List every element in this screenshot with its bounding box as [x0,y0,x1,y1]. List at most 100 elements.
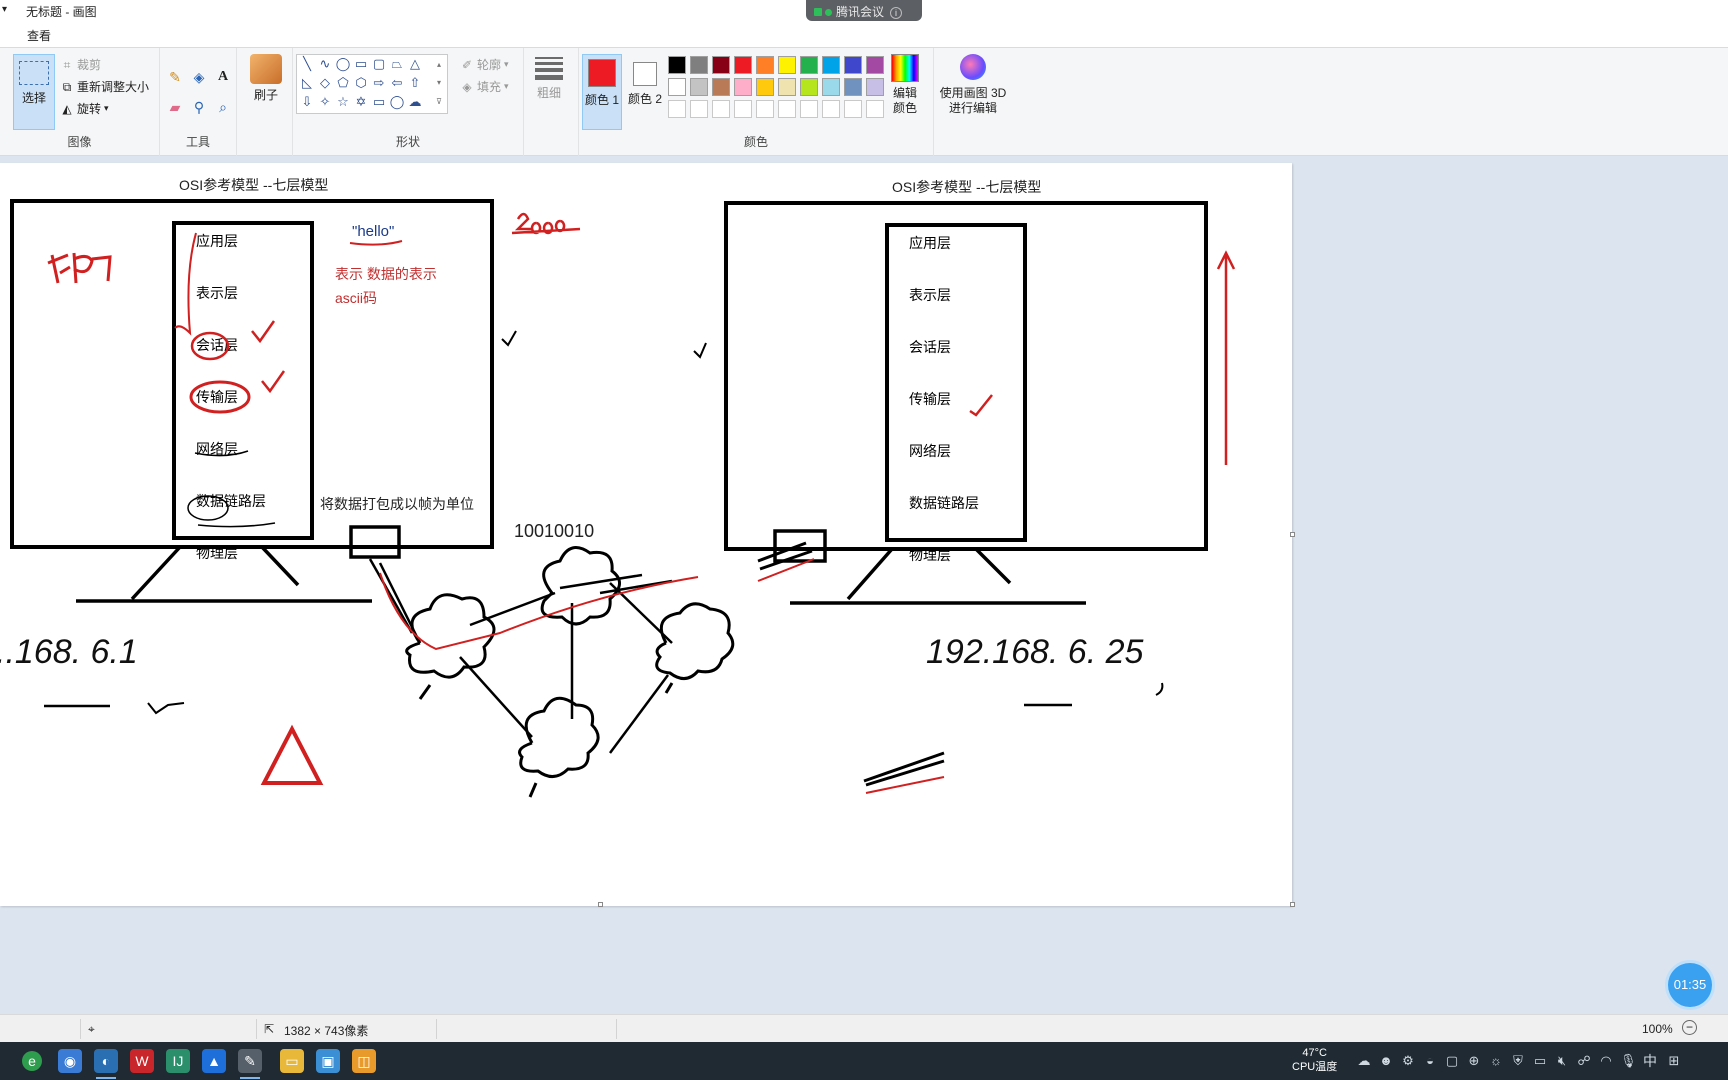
system-menu-icon[interactable]: ▾ [2,4,7,15]
cpu-temperature[interactable]: 47°C CPU温度 [1292,1046,1337,1074]
display-icon[interactable]: ▭ [1532,1053,1548,1069]
scroll-up-icon[interactable]: ▴ [431,57,447,73]
crop-button[interactable]: ⌗ 裁剪 [60,56,101,73]
drawing-canvas[interactable]: OSI参考模型 --七层模型 应用层 表示层 会话层 传输层 网络层 数据链路层… [0,163,1295,907]
text-tool-icon[interactable]: A [214,68,232,86]
palette-swatch[interactable] [778,56,796,74]
polygon-shape-icon[interactable]: ⏢ [389,56,405,72]
palette-swatch[interactable] [800,56,818,74]
resize-handle-corner[interactable] [1290,902,1295,907]
edit-colors-button[interactable]: 编辑颜色 [888,54,922,116]
select-button[interactable]: 选择 [13,54,55,130]
app-icon-orange[interactable]: ◫ [352,1049,376,1073]
pencil-icon[interactable]: ✎ [166,68,184,86]
app-icon-folder[interactable]: ▭ [280,1049,304,1073]
palette-swatch[interactable] [844,56,862,74]
rotate-button[interactable]: ◭ 旋转 ▾ [60,100,108,117]
app-icon-editor[interactable]: IJ [166,1049,190,1073]
plus-icon[interactable]: ⊕ [1466,1053,1482,1069]
microphone-icon[interactable]: 🎙︎ [1620,1053,1637,1069]
rectangle-shape-icon[interactable]: ▭ [353,56,369,72]
wifi-icon[interactable]: ◠ [1598,1053,1614,1069]
palette-swatch[interactable] [734,56,752,74]
palette-swatch[interactable] [778,78,796,96]
resize-button[interactable]: ⧉ 重新调整大小 [60,78,149,95]
expand-gallery-icon[interactable]: ⊽ [431,94,447,110]
left-arrow-shape-icon[interactable]: ⇦ [389,75,405,91]
zoom-out-icon[interactable]: − [1682,1020,1697,1035]
right-arrow-shape-icon[interactable]: ⇨ [371,75,387,91]
tab-view[interactable]: 查看 [27,27,51,44]
five-point-star-icon[interactable]: ☆ [335,94,351,110]
palette-swatch[interactable] [668,78,686,96]
cloud-shape-icon[interactable]: ☁ [407,94,423,110]
palette-swatch[interactable] [734,78,752,96]
palette-swatch[interactable] [712,100,730,118]
info-icon[interactable]: i [890,7,903,19]
keyboard-grid-icon[interactable]: ⊞ [1666,1053,1682,1069]
up-arrow-shape-icon[interactable]: ⇧ [407,75,423,91]
color-picker-icon[interactable]: ⚲ [190,98,208,116]
palette-swatch[interactable] [866,100,884,118]
app-icon-blue[interactable]: ▲ [202,1049,226,1073]
line-shape-icon[interactable]: ╲ [299,56,315,72]
ime-indicator[interactable]: 中 [1642,1053,1658,1069]
thickness-button[interactable]: 粗细 [531,54,567,134]
resize-handle-right[interactable] [1290,532,1295,537]
palette-swatch[interactable] [866,56,884,74]
resize-handle-bottom[interactable] [598,902,603,907]
palette-swatch[interactable] [712,56,730,74]
palette-swatch[interactable] [668,56,686,74]
qq-icon[interactable]: ☻ [1378,1053,1394,1069]
diamond-shape-icon[interactable]: ◇ [317,75,333,91]
scroll-down-icon[interactable]: ▾ [431,75,447,91]
right-triangle-shape-icon[interactable]: ◺ [299,75,315,91]
brush-button[interactable]: 刷子 [247,54,285,134]
meeting-indicator[interactable]: 腾讯会议 i [806,0,922,21]
palette-swatch[interactable] [668,100,686,118]
color1-button[interactable]: 颜色 1 [582,54,622,130]
outline-button[interactable]: ✐ 轮廓 ▾ [460,56,509,73]
meeting-tray-icon[interactable]: ◒ [1422,1053,1438,1069]
volume-muted-icon[interactable]: 🔇︎ [1554,1053,1570,1069]
eraser-icon[interactable]: ▰ [166,98,184,116]
callout-oval-icon[interactable]: ◯ [389,94,405,110]
palette-swatch[interactable] [822,78,840,96]
app-icon-browser[interactable]: ◉ [58,1049,82,1073]
palette-swatch[interactable] [844,100,862,118]
oval-shape-icon[interactable]: ◯ [335,56,351,72]
palette-swatch[interactable] [822,56,840,74]
fill-bucket-icon[interactable]: ◈ [190,68,208,86]
triangle-shape-icon[interactable]: △ [407,56,423,72]
cloud-icon[interactable]: ☁ [1356,1053,1372,1069]
palette-swatch[interactable] [756,100,774,118]
color2-button[interactable]: 颜色 2 [626,54,664,130]
palette-swatch[interactable] [822,100,840,118]
four-point-star-icon[interactable]: ✧ [317,94,333,110]
palette-swatch[interactable] [734,100,752,118]
meeting-timer[interactable]: 01:35 [1668,963,1712,1007]
app-icon-remote[interactable]: ▣ [316,1049,340,1073]
app-icon-wps[interactable]: W [130,1049,154,1073]
palette-swatch[interactable] [690,100,708,118]
palette-swatch[interactable] [800,78,818,96]
palette-swatch[interactable] [690,78,708,96]
palette-swatch[interactable] [690,56,708,74]
app-icon-360[interactable]: e [22,1051,42,1071]
palette-swatch[interactable] [756,78,774,96]
fill-button[interactable]: ◈ 填充 ▾ [460,78,508,95]
rounded-rect-shape-icon[interactable]: ▢ [371,56,387,72]
settings-icon[interactable]: ⚙ [1400,1053,1416,1069]
callout-rect-icon[interactable]: ▭ [371,94,387,110]
palette-swatch[interactable] [844,78,862,96]
window-icon[interactable]: ▢ [1444,1053,1460,1069]
shield-icon[interactable]: ⛨ [1510,1053,1526,1069]
app-icon-meeting[interactable]: ◐ [94,1049,118,1079]
palette-swatch[interactable] [712,78,730,96]
hexagon-shape-icon[interactable]: ⬡ [353,75,369,91]
pentagon-shape-icon[interactable]: ⬠ [335,75,351,91]
network-icon[interactable]: ☍ [1576,1053,1592,1069]
palette-swatch[interactable] [800,100,818,118]
paint3d-button[interactable]: 使用画图 3D 进行编辑 [938,54,1008,116]
app-icon-paint[interactable]: ✎ [238,1049,262,1079]
